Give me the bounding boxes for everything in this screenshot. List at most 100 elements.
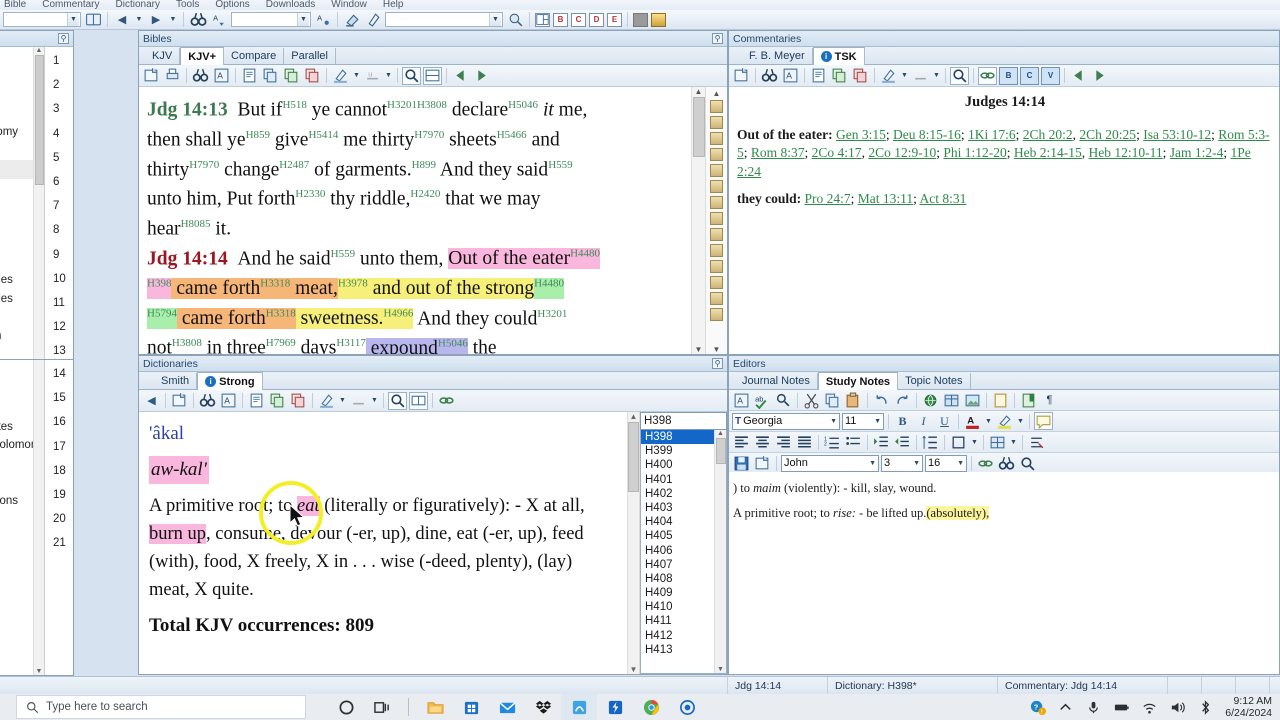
scroll-up-icon[interactable]: ▲ (630, 412, 638, 421)
apply-highlight-icon[interactable] (506, 11, 524, 28)
list-item[interactable]: H400 (641, 458, 714, 472)
list-item[interactable]: Ruth (0, 179, 33, 198)
tab-compare[interactable]: Compare (224, 48, 285, 64)
list-item[interactable]: 9 (45, 243, 73, 267)
search-next-icon[interactable]: A (210, 11, 228, 28)
copy-icon[interactable] (261, 67, 280, 85)
search-input[interactable]: Type here to search (16, 695, 306, 719)
note-editor[interactable]: ) to maim (violently): - kill, slay, wou… (729, 472, 1279, 674)
link-icon[interactable] (976, 454, 995, 472)
list-item[interactable]: H405 (641, 529, 714, 543)
list-item-selected[interactable]: H398 (641, 430, 714, 445)
bullet-list-icon[interactable] (844, 433, 863, 451)
highlighter-icon[interactable] (364, 11, 382, 28)
panel-v-icon[interactable]: V (1041, 66, 1060, 85)
list-item[interactable]: 13 (45, 339, 73, 359)
tab-strong[interactable]: i Strong (197, 372, 263, 390)
list-item[interactable]: H409 (641, 586, 714, 600)
verse-reference[interactable]: Jdg 14:13 (147, 100, 228, 121)
binoculars-icon[interactable] (189, 11, 207, 28)
underline-icon[interactable]: u (363, 67, 382, 85)
panel-b-icon[interactable]: B (999, 66, 1018, 85)
cross-reference-link[interactable]: Phi 1:12-20 (943, 145, 1006, 160)
list-item[interactable]: Joshua (0, 142, 33, 161)
book-list-continued[interactable]: Job Psalms Proverbs Ecclesiastes Song of… (0, 360, 33, 675)
reference-chapter-select[interactable]: 3 ▼ (881, 454, 923, 472)
cross-reference-link[interactable]: Rom 8:37 (751, 145, 805, 160)
open-module-icon[interactable] (170, 392, 189, 410)
reference-verse-select[interactable]: 16 ▼ (925, 454, 967, 472)
copy-all-icon[interactable] (303, 67, 322, 85)
cross-reference-link[interactable]: Heb 2:14-15 (1014, 145, 1082, 160)
highlight-orange[interactable]: came forthH3318 meat, (171, 278, 338, 300)
list-item[interactable]: H413 (641, 643, 714, 657)
highlight-orange[interactable]: came forthH3318 (176, 308, 296, 330)
pin-icon[interactable]: ⚲ (58, 33, 69, 44)
chapter-list-continued[interactable]: 14 15 16 17 18 19 20 21 (44, 360, 73, 675)
copy-icon[interactable] (823, 391, 842, 409)
list-item[interactable]: 18 (45, 459, 73, 483)
list-item[interactable]: 16 (45, 410, 73, 434)
book-marker-icon[interactable] (710, 243, 723, 257)
list-item[interactable]: Micah (0, 640, 33, 659)
scroll-down-icon[interactable]: ▼ (630, 665, 638, 674)
clear-format-icon[interactable] (1027, 433, 1046, 451)
lookup-icon[interactable]: A (781, 67, 800, 85)
list-item[interactable]: Ezra (0, 308, 33, 327)
search-icon[interactable] (760, 67, 779, 85)
chevron-down-icon[interactable]: ▼ (900, 67, 909, 85)
lookup-icon[interactable]: A (212, 67, 231, 85)
search-term-combo[interactable]: ▼ (231, 12, 311, 27)
copy-icon[interactable] (830, 67, 849, 85)
cross-reference-link[interactable]: 1Ki 17:6 (968, 127, 1016, 142)
search-icon[interactable] (997, 454, 1016, 472)
tab-tsk[interactable]: i TSK (812, 47, 865, 65)
search-icon[interactable] (191, 67, 210, 85)
list-item[interactable]: Leviticus (0, 86, 33, 105)
list-item[interactable]: Exodus (0, 68, 33, 87)
bold-icon[interactable]: B (893, 412, 912, 430)
scroll-up-icon[interactable]: ▲ (695, 87, 703, 96)
align-left-icon[interactable] (732, 433, 751, 451)
list-item[interactable]: Jeremiah (0, 473, 33, 492)
tab-journal-notes[interactable]: Journal Notes (735, 373, 818, 389)
list-item[interactable]: 2 Chronicles (0, 290, 33, 309)
cross-reference-link[interactable]: Jam 1:2-4 (1170, 145, 1224, 160)
open-module-icon[interactable] (142, 67, 161, 85)
pin-icon[interactable]: ⚲ (712, 33, 723, 44)
chevron-down-icon[interactable]: ▼ (67, 13, 79, 26)
list-item[interactable]: Proverbs (0, 399, 33, 418)
copy-icon[interactable] (268, 392, 287, 410)
insert-table-icon[interactable] (942, 391, 961, 409)
list-item[interactable]: H402 (641, 487, 714, 501)
cross-reference-link[interactable]: Deu 8:15-16 (893, 127, 961, 142)
bible-scrollbar[interactable]: ▲ ▼ (691, 87, 705, 354)
blank-panel-icon[interactable] (633, 12, 648, 27)
prev-verse-icon[interactable] (451, 67, 470, 85)
menu-item-window[interactable]: Window (331, 0, 367, 10)
search-icon[interactable] (198, 392, 217, 410)
scroll-down-icon[interactable]: ▼ (717, 666, 724, 673)
list-item-selected[interactable]: Judges (0, 160, 33, 179)
microsoft-store-icon[interactable] (453, 694, 489, 720)
highlight-icon[interactable] (879, 67, 898, 85)
tab-topic-notes[interactable]: Topic Notes (898, 373, 971, 389)
nav-forward-icon[interactable]: ▶ (147, 11, 165, 28)
list-item[interactable]: Job (0, 362, 33, 381)
pin-icon[interactable]: ⚲ (712, 358, 723, 369)
list-item[interactable]: Deuteronomy (0, 123, 33, 142)
book-marker-icon[interactable] (710, 211, 723, 225)
task-view-icon[interactable] (364, 694, 400, 720)
zoom-icon[interactable] (402, 66, 421, 85)
list-item[interactable]: H411 (641, 614, 714, 628)
scrollbar-thumb[interactable] (715, 438, 726, 464)
menu-bar[interactable]: Bible Commentary Dictionary Tools Option… (0, 0, 1280, 10)
list-item[interactable]: 1 (45, 49, 73, 73)
shortcut-icon[interactable] (597, 694, 633, 720)
strongs-list-scrollbar[interactable]: ▲ ▼ (714, 430, 726, 673)
tab-fb-meyer[interactable]: F. B. Meyer (735, 48, 813, 64)
underline-icon[interactable] (349, 392, 368, 410)
scroll-down-icon[interactable]: ▼ (36, 668, 43, 675)
list-item[interactable]: H406 (641, 544, 714, 558)
cross-reference-link[interactable]: Gen 3:15 (836, 127, 886, 142)
